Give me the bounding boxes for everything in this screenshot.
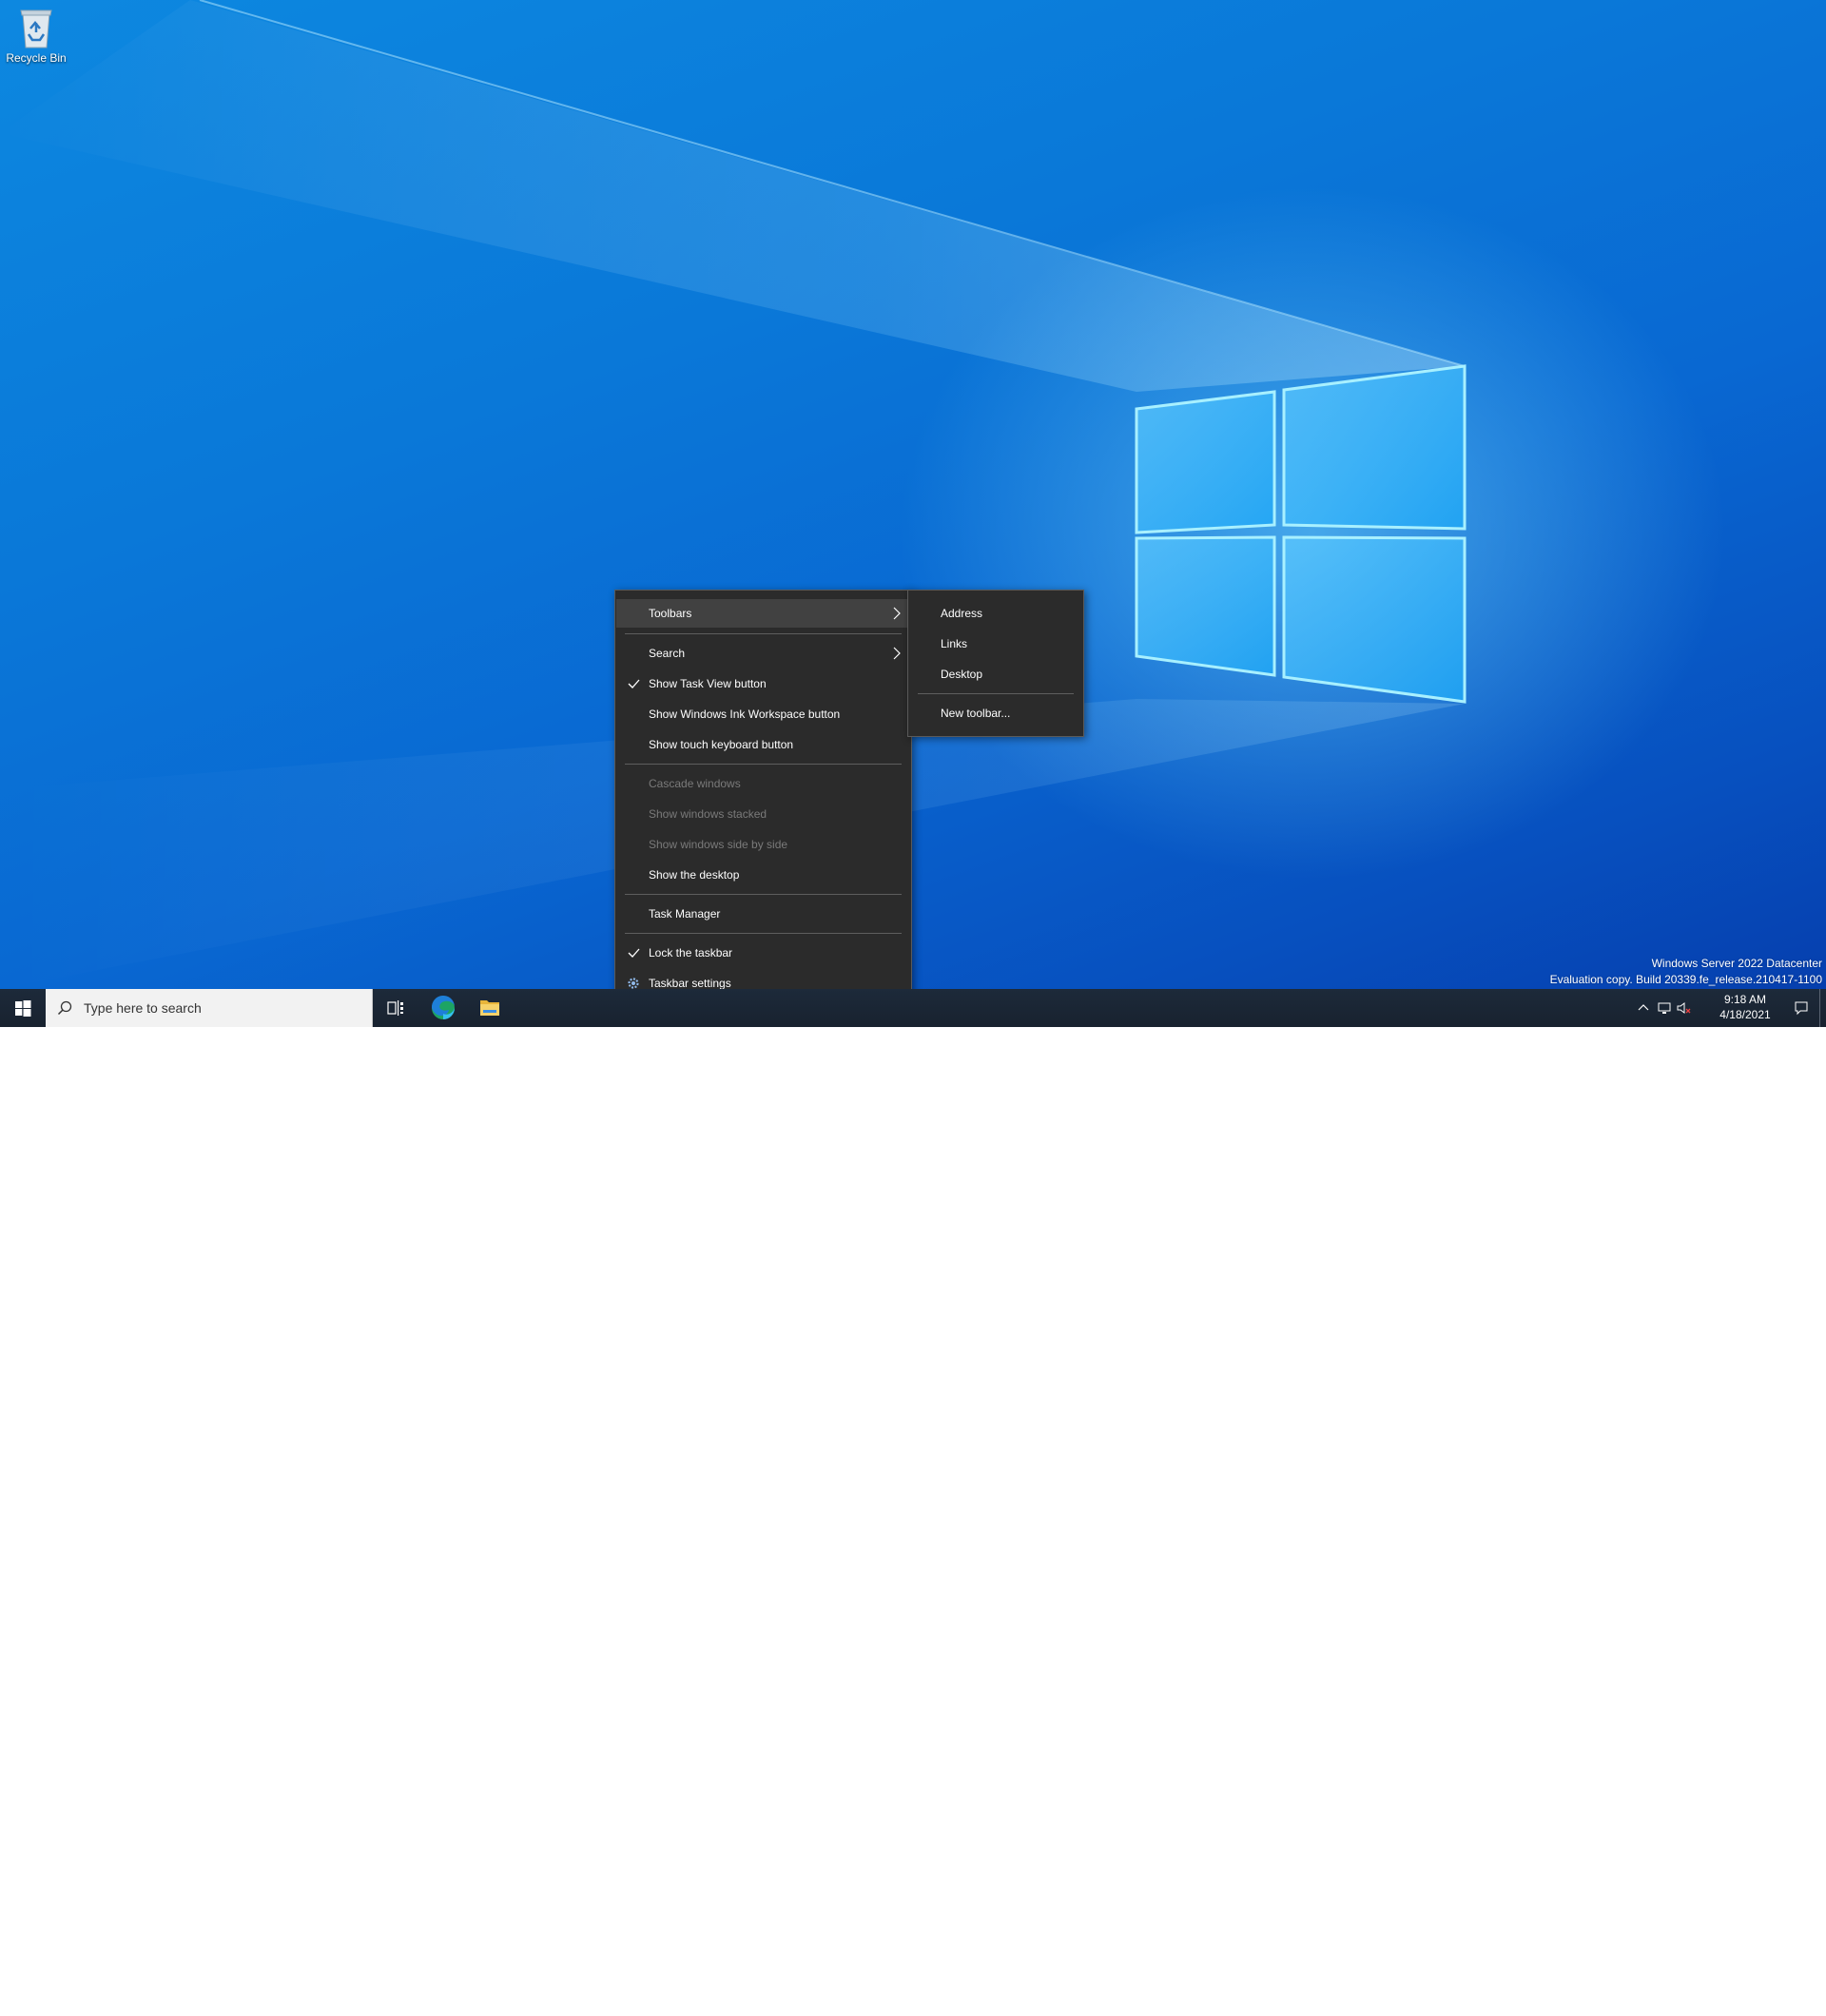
menu-separator xyxy=(625,764,902,765)
checkmark-icon xyxy=(628,948,640,958)
menu-item-show-touch-keyboard-button[interactable]: Show touch keyboard button xyxy=(616,730,910,759)
taskbar-context-menu: Toolbars Search Show Task View button Sh… xyxy=(614,590,912,1006)
taskbar[interactable]: Type here to search The Collection Book … xyxy=(0,989,1826,2016)
menu-item-label: Show Task View button xyxy=(649,677,767,690)
menu-item-show-the-desktop[interactable]: Show the desktop xyxy=(616,861,910,889)
menu-item-label: Toolbars xyxy=(649,607,692,620)
submenu-item-desktop[interactable]: Desktop xyxy=(909,660,1082,688)
checkmark-icon xyxy=(628,679,640,688)
start-button[interactable] xyxy=(0,989,46,1027)
search-placeholder: Type here to search xyxy=(84,1000,202,1016)
submenu-item-address[interactable]: Address xyxy=(909,599,1082,628)
menu-item-label: Links xyxy=(941,637,968,650)
menu-separator xyxy=(918,693,1074,694)
system-tray: 9:18 AM 4/18/2021 xyxy=(1636,989,1826,1027)
windows-logo-wallpaper xyxy=(1135,364,1467,704)
menu-item-label: Search xyxy=(649,647,686,660)
volume-muted-icon[interactable] xyxy=(1676,1000,1691,1016)
windows-start-icon xyxy=(15,1000,31,1017)
watermark-edition: Windows Server 2022 Datacenter xyxy=(1651,957,1822,970)
menu-item-task-manager[interactable]: Task Manager xyxy=(616,900,910,928)
recycle-bin-icon xyxy=(20,10,52,48)
file-explorer-icon xyxy=(480,1000,499,1016)
menu-item-cascade-windows: Cascade windows xyxy=(616,769,910,798)
menu-item-label: Show Windows Ink Workspace button xyxy=(649,708,841,721)
menu-item-label: Address xyxy=(941,607,983,620)
taskbar-clock[interactable]: 9:18 AM 4/18/2021 xyxy=(1712,992,1778,1022)
recycle-bin-label: Recycle Bin xyxy=(6,51,67,65)
menu-item-label: Show windows stacked xyxy=(649,807,767,821)
menu-separator xyxy=(625,633,902,634)
menu-item-search[interactable]: Search xyxy=(616,639,910,668)
menu-item-label: Lock the taskbar xyxy=(649,946,733,960)
menu-separator xyxy=(625,894,902,895)
menu-item-label: Task Manager xyxy=(649,907,721,921)
show-desktop-button[interactable] xyxy=(1819,989,1826,1027)
menu-item-show-windows-stacked: Show windows stacked xyxy=(616,800,910,828)
watermark-build: Evaluation copy. Build 20339.fe_release.… xyxy=(1549,973,1822,986)
menu-item-toolbars[interactable]: Toolbars xyxy=(616,599,910,628)
menu-item-label: Show windows side by side xyxy=(649,838,788,851)
task-view-icon xyxy=(387,1000,403,1016)
desktop-background[interactable]: Recycle Bin Windows Server 2022 Datacent… xyxy=(0,0,1826,989)
menu-item-show-ink-workspace-button[interactable]: Show Windows Ink Workspace button xyxy=(616,700,910,728)
search-icon xyxy=(57,1000,72,1016)
menu-item-lock-the-taskbar[interactable]: Lock the taskbar xyxy=(616,939,910,967)
collection-book-text: The Collection Book xyxy=(1641,1982,1802,2003)
menu-item-label: Show touch keyboard button xyxy=(649,738,794,751)
file-explorer-taskbar-button[interactable] xyxy=(467,989,513,1027)
wallpaper-light-beams xyxy=(0,0,1467,989)
submenu-item-new-toolbar[interactable]: New toolbar... xyxy=(909,699,1082,727)
menu-item-show-windows-side-by-side: Show windows side by side xyxy=(616,830,910,859)
chevron-up-icon[interactable] xyxy=(1636,1000,1651,1016)
edge-taskbar-button[interactable] xyxy=(420,989,466,1027)
recycle-bin[interactable]: Recycle Bin xyxy=(4,6,68,72)
submenu-item-links[interactable]: Links xyxy=(909,630,1082,658)
book-icon xyxy=(1587,1978,1637,2016)
chevron-right-icon xyxy=(893,607,901,620)
taskbar-search-box[interactable]: Type here to search xyxy=(46,989,373,1027)
menu-item-show-task-view-button[interactable]: Show Task View button xyxy=(616,669,910,698)
menu-item-label: Show the desktop xyxy=(649,868,740,882)
edge-icon xyxy=(431,995,455,1019)
os-watermark: Windows Server 2022 Datacenter Evaluatio… xyxy=(1550,956,1822,988)
clock-date: 4/18/2021 xyxy=(1719,1008,1771,1021)
clock-time: 9:18 AM xyxy=(1723,993,1767,1006)
menu-item-label: New toolbar... xyxy=(941,707,1011,720)
menu-item-label: Cascade windows xyxy=(649,777,741,790)
chevron-right-icon xyxy=(893,647,901,660)
task-view-button[interactable] xyxy=(373,989,418,1027)
menu-item-label: Desktop xyxy=(941,668,983,681)
notifications-icon[interactable] xyxy=(1794,1000,1809,1016)
menu-separator xyxy=(625,933,902,934)
toolbars-submenu: Address Links Desktop New toolbar... xyxy=(907,590,1084,737)
collection-book-overlay-logo: The Collection Book xyxy=(1586,1968,1801,2016)
network-icon[interactable] xyxy=(1657,1000,1672,1016)
